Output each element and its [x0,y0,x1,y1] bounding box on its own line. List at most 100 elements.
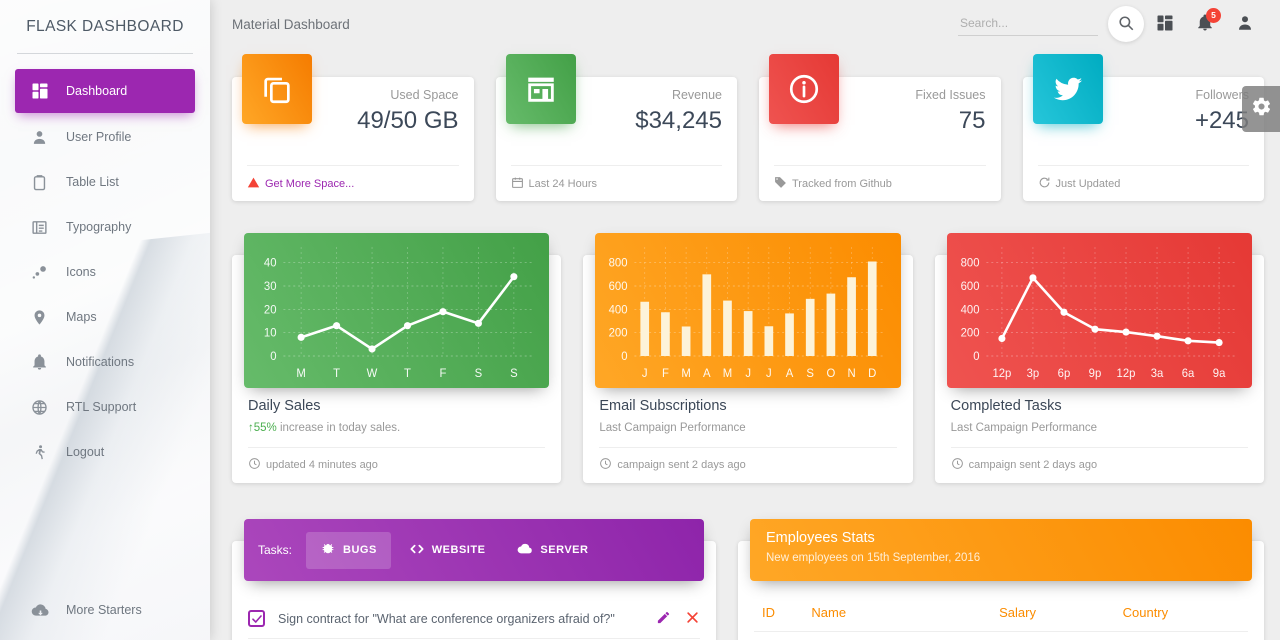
typography-icon [31,219,57,236]
sidebar-item-label: Typography [66,220,132,234]
svg-text:S: S [510,368,518,380]
sidebar-item-notifications[interactable]: Notifications [15,341,195,383]
notifications-button[interactable]: 5 [1186,5,1224,43]
dashboard-grid-icon [1156,14,1174,35]
edit-task-button[interactable] [656,610,671,628]
sidebar-item-more-starters[interactable]: More Starters [15,589,195,631]
column-header-id[interactable]: ID [754,599,804,632]
sidebar-item-label: Notifications [66,355,135,369]
stat-card-followers: Followers +245 Just Updated [1022,54,1264,201]
svg-text:12p: 12p [992,368,1011,380]
column-header-name[interactable]: Name [803,599,992,632]
svg-text:400: 400 [609,304,628,316]
svg-text:J: J [642,368,648,380]
column-header-country[interactable]: Country [1114,599,1248,632]
svg-text:M: M [723,368,732,380]
content-copy-icon [242,54,312,124]
chart-subtitle: Last Campaign Performance [950,422,1098,434]
daily-sales-chart[interactable]: 0 10 20 30 40 M T W T F S S [244,233,550,388]
tab-label: WEBSITE [431,544,486,556]
cloud-download-icon [31,601,57,620]
sidebar-bottom: More Starters [0,586,210,640]
chart-subtitle: Last Campaign Performance [599,422,746,434]
column-header-salary[interactable]: Salary [991,599,1115,632]
task-row: Sign contract for "What are conference o… [248,599,700,639]
svg-text:N: N [848,368,856,380]
svg-text:D: D [868,368,876,380]
search-button[interactable] [1108,6,1144,42]
tab-bugs[interactable]: BUGS [306,531,391,569]
task-checkbox[interactable] [248,610,265,627]
chart-subtitle: ↑55% increase in today sales. [248,422,545,434]
dashboard-grid-button[interactable] [1146,5,1184,43]
warning-triangle-icon [247,176,260,192]
stat-card-revenue: Revenue $34,245 Last 24 Hours [495,54,737,201]
svg-text:A: A [786,368,794,380]
sidebar-item-logout[interactable]: Logout [15,431,195,473]
tasks-panel-header: Tasks: BUGS WEBSITE SERVER [244,519,704,581]
svg-text:600: 600 [960,281,979,293]
svg-text:T: T [333,368,340,380]
svg-text:400: 400 [960,304,979,316]
sidebar-item-label: Dashboard [66,84,128,98]
svg-text:3p: 3p [1026,368,1039,380]
chart-footer-text: campaign sent 2 days ago [617,458,746,471]
gear-icon [1251,96,1272,122]
sidebar-item-maps[interactable]: Maps [15,296,195,338]
person-icon [1236,14,1254,35]
bubble-icon [31,264,57,281]
chart-title: Email Subscriptions [599,398,727,414]
completed-tasks-chart[interactable]: 0 200 400 600 800 12p 3p 6p 9p 12p 3a 6a 9a [946,233,1252,388]
sidebar-item-dashboard[interactable]: Dashboard [15,69,195,113]
settings-tab-button[interactable] [1242,86,1280,132]
svg-text:S: S [475,368,483,380]
tab-server[interactable]: SERVER [503,532,602,569]
get-more-space-link[interactable]: Get More Space... [265,178,354,190]
tasks-panel: Tasks: BUGS WEBSITE SERVER Sign contract… [232,519,716,640]
info-circle-icon [769,54,839,124]
svg-text:F: F [439,368,446,380]
search-field-wrapper [958,12,1098,36]
svg-text:200: 200 [609,328,628,340]
svg-text:200: 200 [960,328,979,340]
twitter-bird-icon [1032,54,1103,124]
brand-title: FLASK DASHBOARD [26,17,184,35]
tab-label: BUGS [343,544,377,556]
tab-website[interactable]: WEBSITE [395,532,500,569]
svg-text:M: M [296,368,305,380]
svg-text:0: 0 [622,351,628,363]
sidebar-item-table-list[interactable]: Table List [15,161,195,203]
notification-badge: 5 [1206,8,1221,23]
sidebar-item-label: Icons [66,265,96,279]
refresh-icon [1038,176,1051,192]
svg-text:6p: 6p [1057,368,1070,380]
svg-text:800: 800 [960,258,979,270]
globe-icon [31,399,57,416]
sidebar-item-typography[interactable]: Typography [15,206,195,248]
close-icon [685,610,700,628]
sidebar: FLASK DASHBOARD Dashboard User Profile T [0,0,210,640]
email-subscriptions-chart[interactable]: 0 200 400 600 800 J F M A M J J A S O N D [595,233,901,388]
dashboard-content: Used Space 49/50 GB Get More Space... Re… [210,48,1280,640]
svg-text:J: J [766,368,772,380]
user-profile-button[interactable] [1226,5,1264,43]
sidebar-item-icons[interactable]: Icons [15,251,195,293]
chart-card-daily-sales: 0 10 20 30 40 M T W T F S S Daily Sales ↑55% increa… [232,233,562,483]
cloud-icon [517,541,533,560]
location-pin-icon [31,309,57,326]
main-area: Material Dashboard 5 [210,0,1280,640]
sidebar-item-rtl-support[interactable]: RTL Support [15,386,195,428]
svg-text:F: F [662,368,669,380]
sidebar-item-user-profile[interactable]: User Profile [15,116,195,158]
sidebar-item-label: RTL Support [66,400,137,414]
calendar-icon [511,176,524,192]
person-icon [31,129,57,146]
bug-icon [320,541,336,560]
svg-text:M: M [682,368,691,380]
delete-task-button[interactable] [685,610,700,628]
svg-text:0: 0 [973,351,979,363]
task-actions [656,610,700,628]
page-title: Material Dashboard [232,16,350,32]
svg-text:O: O [827,368,836,380]
search-input[interactable] [958,12,1098,36]
